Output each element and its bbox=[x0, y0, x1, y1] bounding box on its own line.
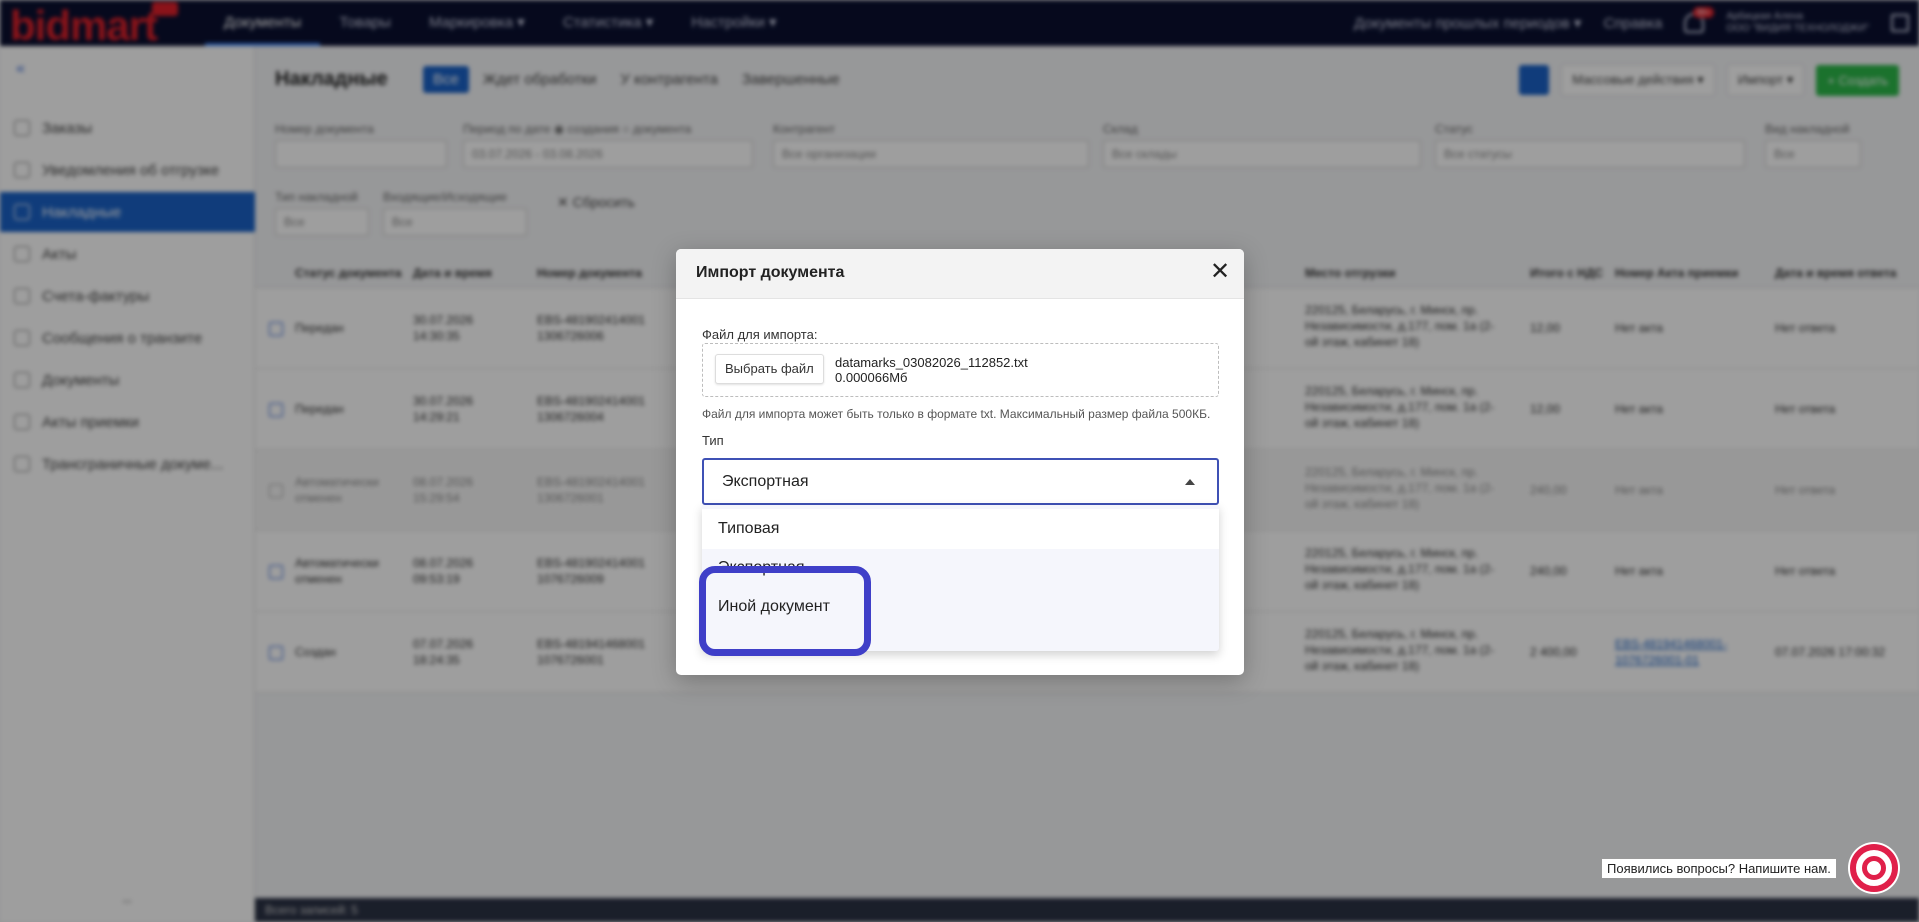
option-standard[interactable]: Типовая bbox=[702, 509, 1219, 549]
caret-up-icon bbox=[1185, 479, 1195, 485]
choose-file-button[interactable]: Выбрать файл bbox=[715, 354, 824, 384]
import-document-modal: Импорт документа ✕ Файл для импорта: Выб… bbox=[676, 249, 1244, 675]
modal-header: Импорт документа ✕ bbox=[676, 249, 1244, 299]
close-icon[interactable]: ✕ bbox=[1208, 260, 1232, 285]
modal-title: Импорт документа bbox=[696, 264, 845, 281]
file-format-hint: Файл для импорта может быть только в фор… bbox=[702, 407, 1211, 421]
option-other-document[interactable]: Иной документ bbox=[702, 587, 1219, 627]
file-import-label: Файл для импорта: bbox=[702, 327, 818, 342]
selected-file-name: datamarks_03082026_112852.txt bbox=[835, 355, 1028, 370]
option-export[interactable]: Экспортная bbox=[702, 548, 1219, 588]
type-dropdown-menu: Типовая Экспортная Иной документ bbox=[699, 505, 1219, 656]
type-label: Тип bbox=[702, 433, 724, 448]
selected-file-size: 0.000066Мб bbox=[835, 370, 908, 385]
file-dropzone[interactable]: Выбрать файл datamarks_03082026_112852.t… bbox=[702, 343, 1219, 397]
type-select-value: Экспортная bbox=[722, 473, 809, 490]
type-select[interactable]: Экспортная bbox=[702, 458, 1219, 505]
help-chat-prompt[interactable]: Появились вопросы? Напишите нам. bbox=[1601, 858, 1837, 879]
lifebuoy-icon[interactable] bbox=[1850, 844, 1898, 892]
